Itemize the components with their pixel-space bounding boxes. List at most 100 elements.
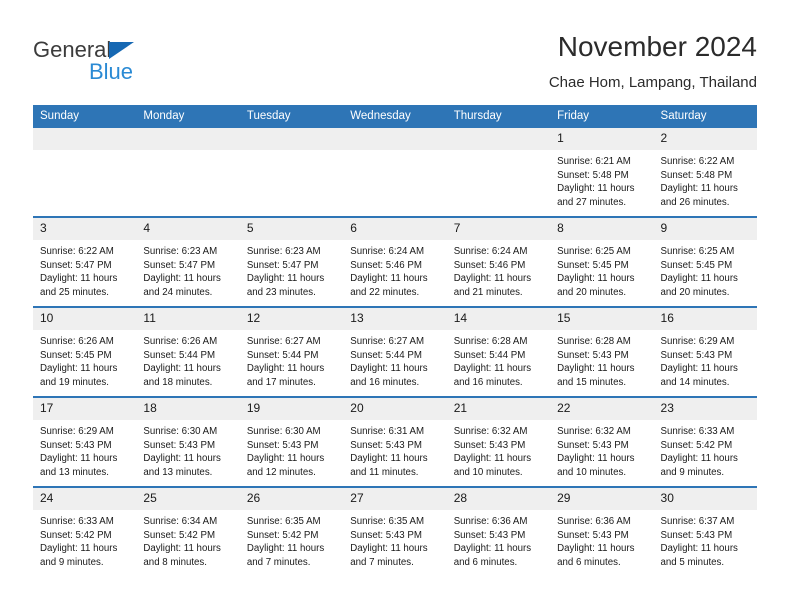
- calendar-day-cell[interactable]: 18 Sunrise: 6:30 AM Sunset: 5:43 PM Dayl…: [136, 396, 240, 487]
- daylight-text-line1: Daylight: 11 hours: [246, 543, 325, 555]
- calendar-day-cell[interactable]: 29 Sunrise: 6:36 AM Sunset: 5:43 PM Dayl…: [550, 486, 654, 576]
- day-number: 23: [653, 398, 757, 420]
- calendar-day-cell[interactable]: [33, 128, 137, 217]
- calendar-day-cell[interactable]: 11 Sunrise: 6:26 AM Sunset: 5:44 PM Dayl…: [136, 306, 240, 397]
- sunset-text: Sunset: 5:44 PM: [453, 349, 526, 361]
- calendar-day-cell[interactable]: 16 Sunrise: 6:29 AM Sunset: 5:43 PM Dayl…: [653, 306, 757, 397]
- day-number: 4: [136, 218, 240, 240]
- day-details: Sunrise: 6:28 AM Sunset: 5:43 PM Dayligh…: [550, 330, 653, 389]
- calendar-day-cell[interactable]: 28 Sunrise: 6:36 AM Sunset: 5:43 PM Dayl…: [446, 486, 551, 576]
- calendar-day-cell[interactable]: 13 Sunrise: 6:27 AM Sunset: 5:44 PM Dayl…: [343, 306, 447, 397]
- calendar-day-cell[interactable]: 4 Sunrise: 6:23 AM Sunset: 5:47 PM Dayli…: [136, 216, 240, 307]
- sunrise-text: Sunrise: 6:22 AM: [40, 246, 114, 257]
- calendar-day-cell[interactable]: 30 Sunrise: 6:37 AM Sunset: 5:43 PM Dayl…: [653, 486, 757, 576]
- day-number: 16: [653, 308, 757, 330]
- sunset-text: Sunset: 5:43 PM: [660, 349, 733, 361]
- calendar-day-cell[interactable]: [239, 128, 344, 217]
- sunrise-text: Sunrise: 6:35 AM: [246, 516, 321, 527]
- calendar-day-cell[interactable]: 10 Sunrise: 6:26 AM Sunset: 5:45 PM Dayl…: [33, 306, 137, 397]
- daylight-text-line1: Daylight: 11 hours: [453, 453, 532, 465]
- day-number: 19: [239, 398, 344, 420]
- day-details: Sunrise: 6:29 AM Sunset: 5:43 PM Dayligh…: [33, 420, 136, 479]
- calendar-day-cell[interactable]: 17 Sunrise: 6:29 AM Sunset: 5:43 PM Dayl…: [33, 396, 137, 487]
- calendar-day-cell[interactable]: 26 Sunrise: 6:35 AM Sunset: 5:42 PM Dayl…: [239, 486, 344, 576]
- daylight-text-line2: and 10 minutes.: [557, 466, 627, 478]
- day-number: [136, 128, 240, 150]
- daylight-text-line2: and 17 minutes.: [246, 376, 316, 388]
- sunrise-text: Sunrise: 6:26 AM: [40, 336, 114, 347]
- day-details: Sunrise: 6:22 AM Sunset: 5:48 PM Dayligh…: [654, 150, 757, 209]
- day-details: Sunrise: 6:25 AM Sunset: 5:45 PM Dayligh…: [654, 240, 757, 299]
- calendar-day-cell[interactable]: 20 Sunrise: 6:31 AM Sunset: 5:43 PM Dayl…: [343, 396, 447, 487]
- sunrise-text: Sunrise: 6:24 AM: [453, 246, 528, 257]
- day-number: 28: [446, 488, 551, 510]
- sunset-text: Sunset: 5:45 PM: [660, 259, 733, 271]
- daylight-text-line1: Daylight: 11 hours: [453, 363, 532, 375]
- page-header: General Blue November 2024 Chae Hom, Lam…: [0, 0, 792, 100]
- sunset-text: Sunset: 5:43 PM: [246, 439, 319, 451]
- calendar-day-cell[interactable]: [446, 128, 551, 217]
- calendar-day-cell[interactable]: 25 Sunrise: 6:34 AM Sunset: 5:42 PM Dayl…: [136, 486, 240, 576]
- day-details: Sunrise: 6:24 AM Sunset: 5:46 PM Dayligh…: [447, 240, 550, 299]
- daylight-text-line1: Daylight: 11 hours: [143, 273, 221, 285]
- daylight-text-line1: Daylight: 11 hours: [350, 543, 428, 555]
- sunrise-text: Sunrise: 6:25 AM: [660, 246, 735, 257]
- calendar-day-cell[interactable]: 3 Sunrise: 6:22 AM Sunset: 5:47 PM Dayli…: [33, 216, 137, 307]
- day-number: 5: [239, 218, 344, 240]
- calendar-day-cell[interactable]: 12 Sunrise: 6:27 AM Sunset: 5:44 PM Dayl…: [239, 306, 344, 397]
- sunrise-text: Sunrise: 6:36 AM: [453, 516, 528, 527]
- sunrise-text: Sunrise: 6:30 AM: [246, 426, 321, 437]
- daylight-text-line2: and 16 minutes.: [350, 376, 420, 388]
- calendar-day-cell[interactable]: 19 Sunrise: 6:30 AM Sunset: 5:43 PM Dayl…: [239, 396, 344, 487]
- day-details: [343, 150, 446, 155]
- sunset-text: Sunset: 5:43 PM: [557, 529, 629, 541]
- calendar-day-cell[interactable]: 6 Sunrise: 6:24 AM Sunset: 5:46 PM Dayli…: [343, 216, 447, 307]
- day-number: 24: [33, 488, 137, 510]
- day-number: 9: [653, 218, 757, 240]
- sunrise-text: Sunrise: 6:29 AM: [660, 336, 735, 347]
- calendar-day-cell[interactable]: 23 Sunrise: 6:33 AM Sunset: 5:42 PM Dayl…: [653, 396, 757, 487]
- day-number: 22: [550, 398, 654, 420]
- day-details: Sunrise: 6:36 AM Sunset: 5:43 PM Dayligh…: [550, 510, 653, 569]
- daylight-text-line2: and 18 minutes.: [143, 376, 213, 388]
- calendar-day-cell[interactable]: 7 Sunrise: 6:24 AM Sunset: 5:46 PM Dayli…: [446, 216, 551, 307]
- calendar-day-cell[interactable]: [343, 128, 447, 217]
- sunset-text: Sunset: 5:43 PM: [143, 439, 216, 451]
- sunset-text: Sunset: 5:45 PM: [557, 259, 629, 271]
- sunset-text: Sunset: 5:47 PM: [143, 259, 216, 271]
- day-details: Sunrise: 6:32 AM Sunset: 5:43 PM Dayligh…: [447, 420, 550, 479]
- page-title: November 2024: [557, 31, 757, 62]
- calendar-day-cell[interactable]: 2 Sunrise: 6:22 AM Sunset: 5:48 PM Dayli…: [653, 128, 757, 217]
- day-number: 26: [239, 488, 344, 510]
- sunset-text: Sunset: 5:42 PM: [660, 439, 733, 451]
- day-number: [446, 128, 551, 150]
- calendar-day-cell[interactable]: 5 Sunrise: 6:23 AM Sunset: 5:47 PM Dayli…: [239, 216, 344, 307]
- day-details: Sunrise: 6:22 AM Sunset: 5:47 PM Dayligh…: [33, 240, 136, 299]
- calendar-day-cell[interactable]: 15 Sunrise: 6:28 AM Sunset: 5:43 PM Dayl…: [550, 306, 654, 397]
- calendar-day-cell[interactable]: 8 Sunrise: 6:25 AM Sunset: 5:45 PM Dayli…: [550, 216, 654, 307]
- daylight-text-line2: and 13 minutes.: [143, 466, 213, 478]
- calendar-day-cell[interactable]: 21 Sunrise: 6:32 AM Sunset: 5:43 PM Dayl…: [446, 396, 551, 487]
- daylight-text-line1: Daylight: 11 hours: [143, 543, 221, 555]
- daylight-text-line2: and 14 minutes.: [660, 376, 730, 388]
- day-details: Sunrise: 6:33 AM Sunset: 5:42 PM Dayligh…: [33, 510, 136, 569]
- calendar-day-cell[interactable]: 24 Sunrise: 6:33 AM Sunset: 5:42 PM Dayl…: [33, 486, 137, 576]
- calendar-day-cell[interactable]: 22 Sunrise: 6:32 AM Sunset: 5:43 PM Dayl…: [550, 396, 654, 487]
- sunset-text: Sunset: 5:43 PM: [453, 529, 526, 541]
- sunrise-text: Sunrise: 6:27 AM: [350, 336, 425, 347]
- day-number: 10: [33, 308, 137, 330]
- calendar-day-cell[interactable]: 27 Sunrise: 6:35 AM Sunset: 5:43 PM Dayl…: [343, 486, 447, 576]
- sunset-text: Sunset: 5:44 PM: [246, 349, 319, 361]
- sunrise-text: Sunrise: 6:25 AM: [557, 246, 631, 257]
- day-details: Sunrise: 6:35 AM Sunset: 5:43 PM Dayligh…: [343, 510, 446, 569]
- sunset-text: Sunset: 5:44 PM: [350, 349, 422, 361]
- daylight-text-line2: and 5 minutes.: [660, 556, 725, 568]
- calendar-day-cell[interactable]: 1 Sunrise: 6:21 AM Sunset: 5:48 PM Dayli…: [550, 128, 654, 217]
- sunset-text: Sunset: 5:43 PM: [557, 439, 629, 451]
- calendar-day-cell[interactable]: [136, 128, 240, 217]
- calendar-day-cell[interactable]: 14 Sunrise: 6:28 AM Sunset: 5:44 PM Dayl…: [446, 306, 551, 397]
- day-details: Sunrise: 6:25 AM Sunset: 5:45 PM Dayligh…: [550, 240, 653, 299]
- calendar-day-cell[interactable]: 9 Sunrise: 6:25 AM Sunset: 5:45 PM Dayli…: [653, 216, 757, 307]
- daylight-text-line2: and 7 minutes.: [246, 556, 311, 568]
- day-number: 2: [653, 128, 757, 150]
